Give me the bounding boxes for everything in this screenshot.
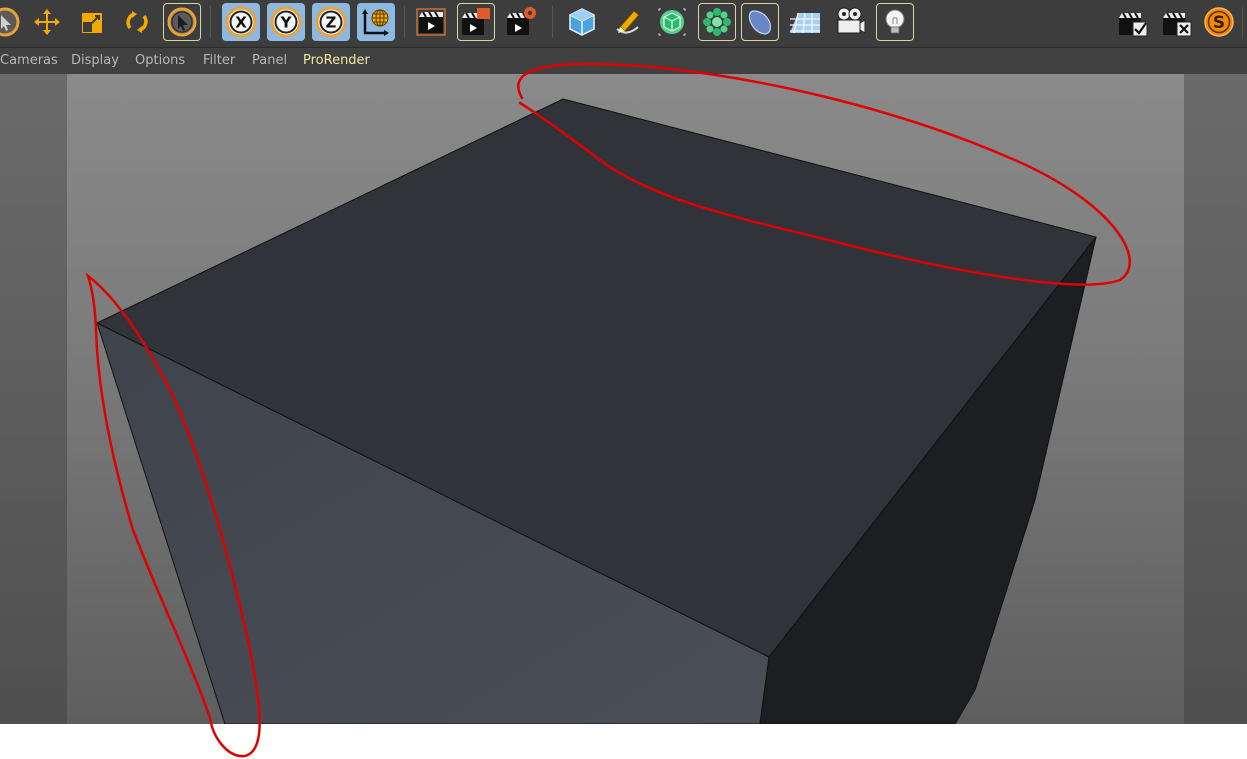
light-icon[interactable] (876, 3, 914, 41)
menu-filter[interactable]: Filter (203, 53, 235, 68)
menu-options[interactable]: Options (135, 53, 185, 68)
toolbar-separator (404, 6, 405, 38)
y-axis-icon[interactable]: Y (267, 3, 305, 41)
x-axis-label: X (235, 14, 247, 32)
camera-icon[interactable] (831, 3, 869, 41)
menu-panel[interactable]: Panel (252, 53, 287, 68)
menu-cameras[interactable]: Cameras (0, 53, 58, 68)
move-icon[interactable] (28, 3, 66, 41)
safe-frame-left (0, 74, 67, 724)
deformer-icon[interactable] (741, 3, 779, 41)
cinema4d-window: X Y Z S Cameras Display Options Filter P… (0, 0, 1247, 724)
render-to-picture-viewer-icon[interactable] (457, 3, 495, 41)
y-axis-label: Y (280, 14, 293, 32)
z-axis-label: Z (326, 14, 337, 32)
main-toolbar: X Y Z S (0, 0, 1247, 46)
3d-viewport[interactable] (0, 74, 1247, 724)
toolbar-separator (210, 6, 211, 38)
menu-prorender[interactable]: ProRender (303, 53, 370, 68)
x-axis-icon[interactable]: X (222, 3, 260, 41)
render-settings-icon[interactable] (502, 3, 540, 41)
render-queue-remove-icon[interactable] (1158, 3, 1196, 41)
z-axis-icon[interactable]: Z (312, 3, 350, 41)
floor-icon[interactable] (786, 3, 824, 41)
render-view-icon[interactable] (412, 3, 450, 41)
pen-icon[interactable] (608, 3, 646, 41)
cube-icon[interactable] (563, 3, 601, 41)
s-plugin-icon[interactable]: S (1200, 3, 1238, 41)
world-coordinate-icon[interactable] (357, 3, 395, 41)
rotate-icon[interactable] (118, 3, 156, 41)
viewport-menubar: Cameras Display Options Filter Panel Pro… (0, 47, 1247, 75)
cloner-icon[interactable] (698, 3, 736, 41)
toolbar-separator (1242, 6, 1243, 38)
toolbar-separator (552, 6, 553, 38)
safe-frame-right (1184, 74, 1247, 724)
render-queue-add-icon[interactable] (1114, 3, 1152, 41)
scale-icon[interactable] (73, 3, 111, 41)
menu-display[interactable]: Display (71, 53, 119, 68)
s-plugin-label: S (1213, 13, 1225, 33)
recent-tool-icon[interactable] (163, 3, 201, 41)
live-selection-icon[interactable] (0, 3, 24, 41)
subdivision-icon[interactable] (653, 3, 691, 41)
